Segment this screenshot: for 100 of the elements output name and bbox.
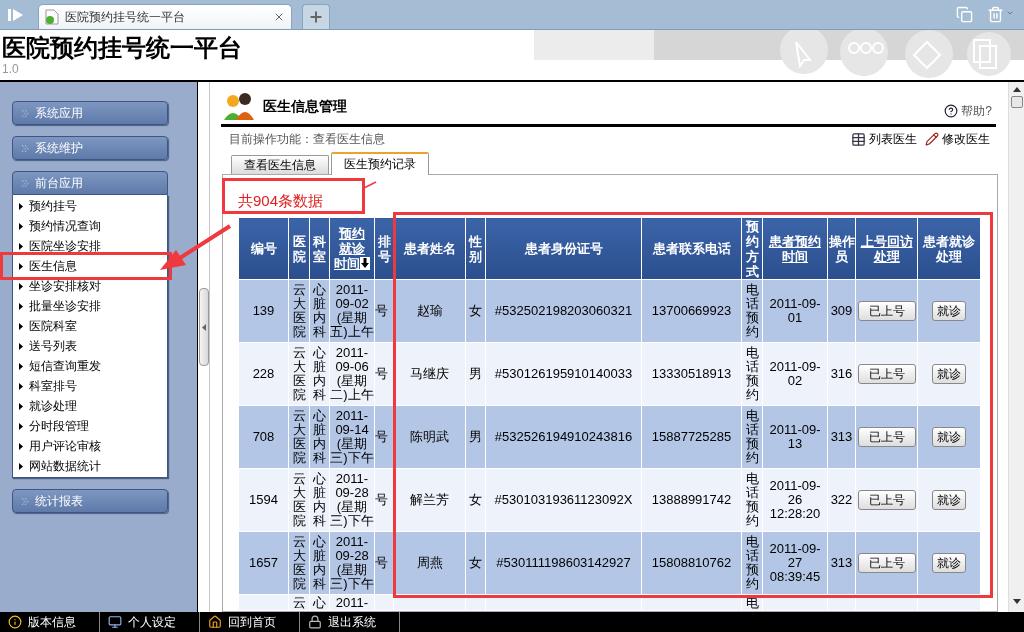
visit-button[interactable]: 就诊 (932, 301, 966, 321)
table-cell: 心 (313, 595, 326, 610)
table-cell: 陈明武 (393, 405, 466, 469)
table-cell: 电话预约 (741, 531, 763, 595)
checked-in-button[interactable]: 已上号 (857, 490, 916, 510)
menu-group-header[interactable]: 统计报表 (12, 489, 168, 513)
column-header: 科室 (309, 217, 330, 280)
menu-group-header[interactable]: 系统应用 (12, 101, 168, 125)
column-header[interactable]: 患者预约时间 (762, 217, 828, 280)
column-header: 患者姓名 (393, 217, 466, 280)
triangle-icon (19, 322, 23, 330)
table-cell: 15887725285 (641, 405, 742, 469)
column-header[interactable]: 预约就诊时间 (329, 217, 375, 280)
checked-in-button[interactable]: 已上号 (857, 553, 916, 573)
table-cell: 电 (745, 595, 759, 610)
table-cell: 云 (292, 595, 306, 610)
column-header: 患者身份证号 (485, 217, 642, 280)
help-link[interactable]: 帮助? (944, 102, 992, 120)
visit-button[interactable]: 就诊 (932, 553, 966, 573)
table-cell: 云大医院 (288, 531, 310, 595)
table-cell: 2011- 09-14 (星期三)下午 (329, 405, 375, 469)
table-cell: 电话预约 (741, 342, 763, 406)
table-cell: 139 (238, 279, 289, 343)
menu-item[interactable]: 坐诊安排核对 (19, 276, 101, 296)
menu-item[interactable]: 网站数据统计 (19, 456, 101, 476)
version-label: 1.0 (2, 62, 20, 76)
table-cell: 2011- 09-28 (星期三)下午 (329, 468, 375, 532)
triangle-icon (19, 282, 23, 290)
status-bar-link[interactable]: 版本信息 (0, 612, 100, 632)
checked-in-button[interactable]: 已上号 (857, 301, 916, 321)
app-title: 医院预约挂号统一平台 (2, 34, 242, 62)
menu-item[interactable]: 分时段管理 (19, 416, 89, 436)
table-cell: 女 (465, 468, 486, 532)
home-icon (208, 615, 222, 629)
chevron-icon (21, 178, 29, 188)
tab[interactable]: 查看医生信息 (231, 155, 329, 174)
visit-button[interactable]: 就诊 (932, 427, 966, 447)
checked-in-button[interactable]: 已上号 (857, 427, 916, 447)
collapse-handle[interactable] (198, 288, 209, 366)
column-header: 性别 (465, 217, 486, 280)
sort-down-icon[interactable] (360, 257, 370, 270)
panel-title: 医生信息管理 (263, 96, 347, 116)
menu-item[interactable]: 用户评论审核 (19, 436, 101, 456)
caret-icon[interactable] (1006, 9, 1014, 17)
close-icon[interactable] (273, 11, 285, 23)
triangle-icon (19, 402, 23, 410)
menu-item[interactable]: 送号列表 (19, 336, 77, 356)
table-cell: 电话预约 (741, 468, 763, 532)
triangle-icon (19, 382, 23, 390)
checked-in-button[interactable]: 已上号 (857, 364, 916, 384)
table-cell: 云大医院 (288, 468, 310, 532)
trash-icon[interactable] (987, 6, 1004, 23)
toolbar-link[interactable]: 列表医生 (851, 130, 917, 148)
table-cell: 电话预约 (741, 279, 763, 343)
triangle-icon (19, 262, 23, 270)
plus-icon (308, 9, 324, 25)
table-cell: 309 (827, 279, 856, 343)
menu-item[interactable]: 科室排号 (19, 376, 77, 396)
windows-icon[interactable] (956, 6, 973, 23)
table-cell: 2011-09- 01 (762, 279, 828, 343)
menu-item[interactable]: 批量坐诊安排 (19, 296, 101, 316)
menu-item[interactable]: 就诊处理 (19, 396, 77, 416)
table-cell: 解兰芳 (393, 468, 466, 532)
table-cell: 云大医院 (288, 342, 310, 406)
table-cell: 心脏内科 (309, 405, 330, 469)
menu-item[interactable]: 医院坐诊安排 (19, 236, 101, 256)
tab[interactable]: 医生预约记录 (331, 152, 429, 175)
menu-item[interactable]: 预约挂号 (19, 196, 77, 216)
menu-item[interactable]: 医生信息 (19, 256, 77, 276)
menu-group-header[interactable]: 前台应用 (12, 171, 168, 195)
scroll-up-icon[interactable] (1012, 87, 1021, 92)
table-cell: 1594 (238, 468, 289, 532)
visit-button[interactable]: 就诊 (932, 364, 966, 384)
table-cell: 708 (238, 405, 289, 469)
table-cell: 心脏内科 (309, 342, 330, 406)
table-cell: 13700669923 (641, 279, 742, 343)
menu-item[interactable]: 短信查询重发 (19, 356, 101, 376)
browser-tab[interactable]: 医院预约挂号统一平台 (38, 4, 292, 29)
scroll-thumb[interactable] (1010, 96, 1023, 108)
visit-button[interactable]: 就诊 (932, 490, 966, 510)
status-bar-link[interactable]: 个人设定 (100, 612, 200, 632)
lock-icon (308, 615, 322, 629)
table-cell: 2011- 09-02 (星期五)上午 (329, 279, 375, 343)
status-bar-link[interactable]: 回到首页 (200, 612, 300, 632)
menu-item[interactable]: 医院科室 (19, 316, 77, 336)
table-cell: 228 (238, 342, 289, 406)
menu-group-header[interactable]: 系统维护 (12, 136, 168, 160)
toolbar-link[interactable]: 修改医生 (925, 130, 990, 148)
help-icon (944, 104, 959, 118)
sidebar-toggle-icon[interactable] (8, 8, 24, 22)
column-header[interactable]: 上号回访处理 (855, 217, 918, 280)
triangle-icon (19, 242, 23, 250)
table-cell: #530111198603142927 (485, 531, 642, 595)
table-cell: 13888991742 (641, 468, 742, 532)
column-header: 患者就诊处理 (917, 217, 981, 280)
scrollbar[interactable] (1008, 82, 1024, 612)
menu-item[interactable]: 预约情况查询 (19, 216, 101, 236)
new-tab-button[interactable] (302, 4, 330, 29)
status-bar-link[interactable]: 退出系统 (300, 612, 400, 632)
scroll-down-icon[interactable] (1012, 599, 1021, 604)
